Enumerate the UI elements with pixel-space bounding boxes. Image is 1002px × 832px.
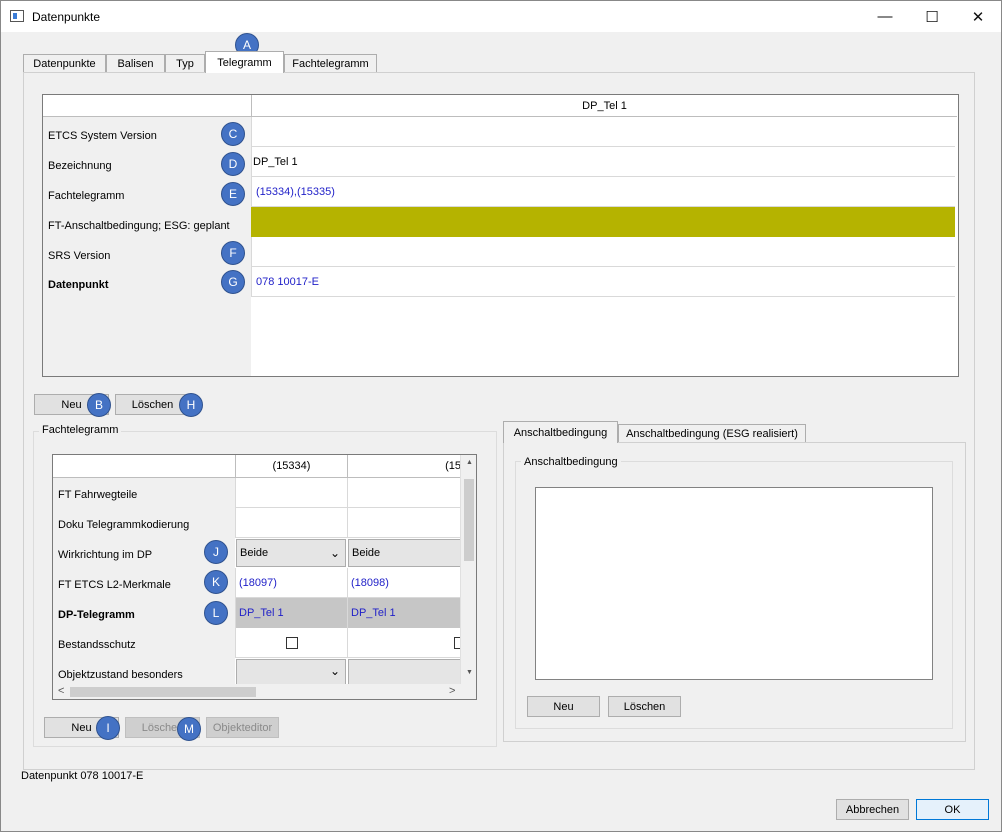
ft-row-l2-merkmale: FT ETCS L2-Merkmale [58, 579, 171, 591]
tab-fachtelegramm[interactable]: Fachtelegramm [284, 54, 377, 73]
vertical-scroll-thumb[interactable] [464, 479, 474, 561]
tab-telegramm[interactable]: Telegramm [205, 51, 284, 73]
ft-wirkrichtung-dropdown-1[interactable]: Beide ⌄ [236, 539, 346, 567]
cell-bezeichnung-value: DP_Tel 1 [253, 156, 298, 168]
anschaltbedingung-group-title: Anschaltbedingung [521, 456, 621, 468]
ft-cell-doku-1[interactable] [235, 508, 347, 538]
ft-row-bestandsschutz: Bestandsschutz [58, 639, 136, 651]
scroll-right-icon[interactable]: > [449, 685, 455, 697]
ft-l2-value-2: (18098) [351, 577, 389, 589]
row-label-datenpunkt: Datenpunkt [48, 279, 109, 291]
tab-datenpunkte[interactable]: Datenpunkte [23, 54, 106, 73]
ft-corner-cell [53, 455, 235, 478]
badge-e: E [221, 182, 245, 206]
minimize-button[interactable]: — [862, 1, 908, 32]
badge-g: G [221, 270, 245, 294]
corner-cell [43, 95, 251, 117]
column-header[interactable]: DP_Tel 1 [251, 95, 957, 117]
ft-dp-telegramm-value-2: DP_Tel 1 [351, 607, 396, 619]
cell-datenpunkt-value: 078 10017-E [256, 276, 319, 288]
ft-row-dp-telegramm: DP-Telegramm [58, 609, 135, 621]
bestandsschutz-checkbox-1[interactable] [286, 637, 298, 649]
ft-wirkrichtung-value-1: Beide [240, 547, 269, 559]
app-icon [10, 10, 24, 22]
cell-ft-anschaltbedingung[interactable] [251, 207, 955, 237]
cell-etcs-system-version[interactable] [251, 117, 955, 147]
ft-dp-telegramm-value-1: DP_Tel 1 [239, 607, 284, 619]
badge-f: F [221, 241, 245, 265]
ft-row-doku: Doku Telegrammkodierung [58, 519, 190, 531]
tab-balisen[interactable]: Balisen [106, 54, 165, 73]
ft-row-wirkrichtung: Wirkrichtung im DP [58, 549, 153, 561]
cell-bezeichnung[interactable]: DP_Tel 1 [251, 147, 955, 177]
window-title: Datenpunkte [32, 10, 101, 24]
abbrechen-button[interactable]: Abbrechen [836, 799, 909, 820]
row-label-bezeichnung: Bezeichnung [48, 160, 112, 172]
ft-wirkrichtung-dropdown-2[interactable]: Beide [348, 539, 462, 567]
cell-srs-version[interactable] [251, 237, 955, 267]
fachtelegramm-group-title: Fachtelegramm [39, 424, 122, 436]
objekteditor-button[interactable]: Objekteditor [206, 717, 279, 738]
cell-fachtelegramm[interactable]: (15334),(15335) [251, 177, 955, 207]
ft-cell-bestandsschutz-1 [235, 628, 347, 658]
badge-c: C [221, 122, 245, 146]
horizontal-scroll-thumb[interactable] [70, 687, 256, 697]
ft-cell-fahrwegteile-1[interactable] [235, 478, 347, 508]
ft-column-header-1[interactable]: (15334) [235, 455, 347, 478]
badge-d: D [221, 152, 245, 176]
badge-l: L [204, 601, 228, 625]
ft-row-fahrwegteile: FT Fahrwegteile [58, 489, 138, 501]
badge-h: H [179, 393, 203, 417]
ft-cell-dp-telegramm-2[interactable]: DP_Tel 1 [347, 598, 461, 628]
tab-typ[interactable]: Typ [165, 54, 205, 73]
badge-k: K [204, 570, 228, 594]
cell-datenpunkt[interactable]: 078 10017-E [251, 267, 955, 297]
status-text: Datenpunkt 078 10017-E [21, 770, 144, 782]
scroll-left-icon[interactable]: < [58, 685, 64, 697]
row-label-fachtelegramm: Fachtelegramm [48, 190, 125, 202]
title-bar: Datenpunkte — ☐ ✕ [1, 1, 1001, 32]
maximize-button[interactable]: ☐ [909, 1, 955, 32]
chevron-down-icon: ⌄ [329, 664, 340, 678]
row-label-etcs-system-version: ETCS System Version [48, 130, 157, 142]
anschaltbedingung-list[interactable] [535, 487, 933, 680]
badge-i: I [96, 716, 120, 740]
tab-anschaltbedingung[interactable]: Anschaltbedingung [503, 421, 618, 443]
ft-l2-value-1: (18097) [239, 577, 277, 589]
row-label-srs-version: SRS Version [48, 250, 111, 262]
ft-cell-fahrwegteile-2[interactable] [347, 478, 461, 508]
ft-objektzustand-dropdown-1[interactable]: ⌄ [236, 659, 346, 685]
ft-cell-doku-2[interactable] [347, 508, 461, 538]
tab-anschaltbedingung-esg[interactable]: Anschaltbedingung (ESG realisiert) [618, 424, 806, 443]
scroll-down-icon[interactable]: ▼ [466, 669, 473, 676]
vertical-scrollbar[interactable]: ▲ ▼ [460, 455, 476, 684]
close-button[interactable]: ✕ [955, 1, 1001, 32]
badge-b: B [87, 393, 111, 417]
dialog-window: Datenpunkte — ☐ ✕ Datenpunkte Balisen Ty… [0, 0, 1002, 832]
telegram-table: DP_Tel 1 ETCS System Version Bezeichnung… [42, 94, 959, 377]
ft-cell-l2-2[interactable]: (18098) [347, 568, 461, 598]
chevron-down-icon: ⌄ [329, 546, 340, 560]
ok-button[interactable]: OK [916, 799, 989, 820]
badge-j: J [204, 540, 228, 564]
ft-cell-l2-1[interactable]: (18097) [235, 568, 347, 598]
scroll-up-icon[interactable]: ▲ [466, 459, 473, 466]
ft-objektzustand-dropdown-2[interactable] [348, 659, 462, 685]
fachtelegramm-table: (15334) (15 FT Fahrwegteile Doku Telegra… [52, 454, 477, 700]
ft-row-objektzustand: Objektzustand besonders [58, 669, 183, 681]
anschalt-loeschen-button[interactable]: Löschen [608, 696, 681, 717]
ft-wirkrichtung-value-2: Beide [352, 547, 381, 559]
row-label-ft-anschaltbedingung: FT-Anschaltbedingung; ESG: geplant [48, 220, 230, 232]
ft-column-header-2[interactable]: (15 [347, 455, 461, 478]
cell-fachtelegramm-value: (15334),(15335) [256, 186, 335, 198]
anschalt-neu-button[interactable]: Neu [527, 696, 600, 717]
ft-cell-dp-telegramm-1[interactable]: DP_Tel 1 [235, 598, 347, 628]
horizontal-scrollbar[interactable]: < > [53, 684, 476, 699]
ft-cell-bestandsschutz-2 [347, 628, 466, 658]
badge-m: M [177, 717, 201, 741]
